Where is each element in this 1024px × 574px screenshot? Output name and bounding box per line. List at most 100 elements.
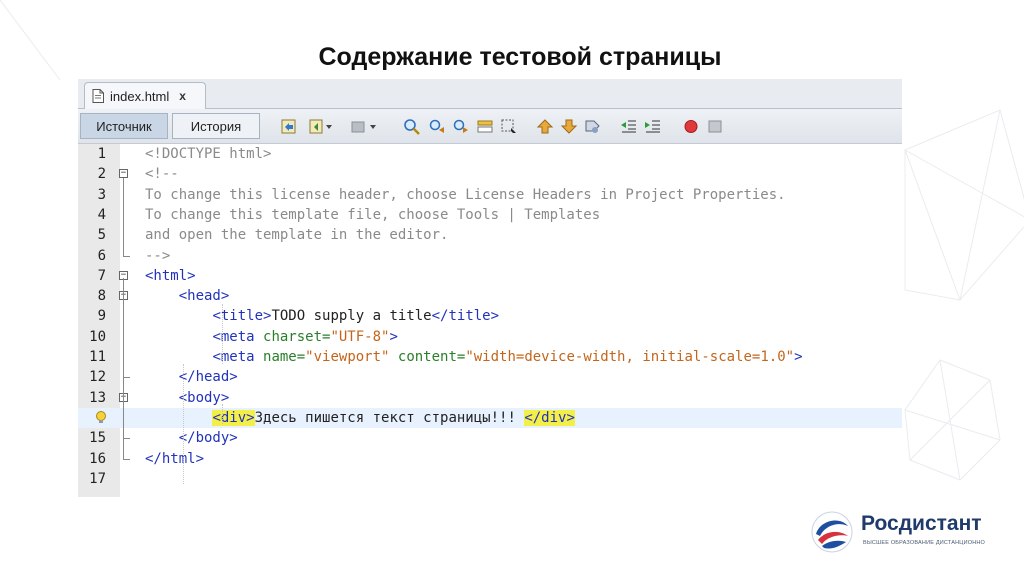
code-token: <!-- bbox=[145, 166, 179, 183]
code-line[interactable]: 4 To change this template file, choose To… bbox=[78, 205, 902, 225]
code-token: <head> bbox=[178, 288, 230, 305]
fold-guide bbox=[123, 178, 124, 250]
code-line-text: <!DOCTYPE html> bbox=[145, 144, 271, 164]
forward-icon[interactable] bbox=[350, 118, 368, 135]
code-token: </div> bbox=[524, 409, 575, 426]
find-previous-icon[interactable] bbox=[428, 118, 446, 135]
code-line-text: </body> bbox=[145, 428, 238, 448]
shift-right-icon[interactable] bbox=[644, 118, 662, 135]
code-line-text: To change this license header, choose Li… bbox=[145, 185, 786, 205]
fold-end-marker bbox=[123, 448, 130, 460]
code-line[interactable]: 8− <head> bbox=[78, 286, 902, 306]
code-token: </title> bbox=[431, 308, 500, 325]
code-token: "width=device-width, initial-scale=1.0" bbox=[465, 349, 795, 365]
code-line[interactable]: 15 </body> bbox=[78, 428, 902, 448]
indent-guide bbox=[183, 364, 184, 484]
line-number: 12 bbox=[89, 369, 106, 386]
close-tab-icon[interactable]: x bbox=[179, 89, 186, 103]
file-tab-index-html[interactable]: index.html x bbox=[84, 82, 206, 109]
code-token: To change this template file, choose Too… bbox=[145, 206, 601, 223]
code-token: content= bbox=[389, 349, 466, 365]
code-line[interactable]: 5 and open the template in the editor. bbox=[78, 225, 902, 245]
fold-end-marker bbox=[123, 245, 130, 257]
find-next-icon[interactable] bbox=[452, 118, 470, 135]
code-line-text: <meta name="viewport" content="width=dev… bbox=[145, 347, 803, 367]
code-token: To change this license header, choose Li… bbox=[145, 186, 786, 203]
code-line[interactable]: 1 <!DOCTYPE html> bbox=[78, 144, 902, 164]
file-tab-label: index.html bbox=[110, 88, 170, 104]
line-number: 16 bbox=[89, 450, 106, 467]
code-line[interactable]: 7− <html> bbox=[78, 266, 902, 286]
code-token: "UTF-8" bbox=[330, 328, 390, 345]
next-bookmark-icon[interactable] bbox=[560, 118, 578, 135]
line-number: 8 bbox=[97, 288, 106, 305]
back-dropdown-chevron-down-icon[interactable] bbox=[325, 118, 333, 135]
code-line[interactable]: 16 </html> bbox=[78, 448, 902, 469]
code-line-text: <div>Здесь пишется текст страницы!!! </d… bbox=[145, 408, 575, 428]
code-token: <div> bbox=[212, 409, 255, 426]
editor-tab-bar: index.html x bbox=[78, 79, 902, 109]
toggle-bookmark-icon[interactable] bbox=[584, 118, 602, 135]
code-line[interactable]: 2 − <!-- bbox=[78, 164, 902, 184]
line-number: 9 bbox=[97, 308, 106, 325]
line-number: 11 bbox=[89, 349, 106, 365]
toggle-highlight-icon[interactable] bbox=[476, 118, 494, 135]
rosdistant-logo-mark-icon bbox=[811, 511, 853, 553]
code-token: > bbox=[389, 328, 398, 345]
logo-name: Росдистант bbox=[861, 512, 982, 535]
code-token: <meta bbox=[212, 328, 264, 345]
previous-bookmark-icon[interactable] bbox=[536, 118, 554, 135]
html-file-icon bbox=[92, 89, 104, 103]
hint-lightbulb-icon[interactable] bbox=[95, 410, 107, 425]
back-icon[interactable] bbox=[308, 118, 326, 135]
shift-left-icon[interactable] bbox=[620, 118, 638, 135]
start-macro-icon[interactable] bbox=[682, 118, 700, 135]
code-line[interactable]: 6 --> bbox=[78, 245, 902, 266]
stop-macro-icon[interactable] bbox=[706, 118, 724, 135]
indent-guide bbox=[222, 304, 223, 364]
line-number: 10 bbox=[89, 328, 106, 345]
code-token: and open the template in the editor. bbox=[145, 227, 449, 244]
line-number: 3 bbox=[97, 186, 106, 203]
code-token: </body> bbox=[178, 430, 238, 447]
code-line[interactable]: 12 </head> bbox=[78, 367, 902, 387]
code-token: name= bbox=[263, 349, 306, 365]
code-area[interactable]: 1 <!DOCTYPE html> 2 − <!-- 3 To change this li… bbox=[78, 144, 902, 497]
find-selection-icon[interactable] bbox=[403, 118, 421, 135]
code-line[interactable]: 10 <meta charset="UTF-8"> bbox=[78, 327, 902, 347]
code-line-text: <html> bbox=[145, 266, 196, 286]
code-line[interactable]: 17 bbox=[78, 469, 902, 489]
line-number: 17 bbox=[89, 470, 106, 487]
fold-toggle-icon[interactable]: − bbox=[119, 169, 128, 179]
fold-guide bbox=[123, 398, 124, 450]
code-token: > bbox=[794, 349, 803, 365]
rosdistant-logo: Росдистант ВЫСШЕЕ ОБРАЗОВАНИЕ ДИСТАНЦИОН… bbox=[810, 510, 990, 556]
code-line[interactable]: 9 <title>TODO supply a title</title> bbox=[78, 306, 902, 326]
code-token: "viewport" bbox=[305, 349, 390, 365]
line-number: 15 bbox=[89, 430, 106, 447]
code-line[interactable]: 3 To change this license header, choose L… bbox=[78, 185, 902, 205]
code-token: charset= bbox=[263, 328, 331, 345]
code-token: <!DOCTYPE html> bbox=[145, 146, 272, 162]
toggle-rectangular-selection-icon[interactable] bbox=[500, 118, 518, 135]
tab-source[interactable]: Источник bbox=[80, 113, 168, 139]
code-editor-window: index.html x Источник История 1 <!DOCTYP… bbox=[78, 79, 902, 497]
tab-history[interactable]: История bbox=[172, 113, 260, 139]
code-token: <html> bbox=[145, 267, 196, 284]
last-edit-icon[interactable] bbox=[280, 118, 298, 135]
code-line[interactable]: <div>Здесь пишется текст страницы!!! </d… bbox=[78, 407, 902, 428]
code-line-text: To change this template file, choose Too… bbox=[145, 205, 600, 225]
line-number: 2 bbox=[97, 166, 106, 183]
code-line[interactable]: 11 <meta name="viewport" content="width=… bbox=[78, 347, 902, 367]
editor-toolbar: Источник История bbox=[78, 109, 902, 144]
code-line-text: <head> bbox=[145, 286, 230, 306]
line-number: 13 bbox=[89, 389, 106, 406]
code-line[interactable]: 13− <body> bbox=[78, 388, 902, 408]
forward-dropdown-chevron-down-icon[interactable] bbox=[369, 118, 377, 135]
fold-end-marker bbox=[123, 367, 130, 379]
